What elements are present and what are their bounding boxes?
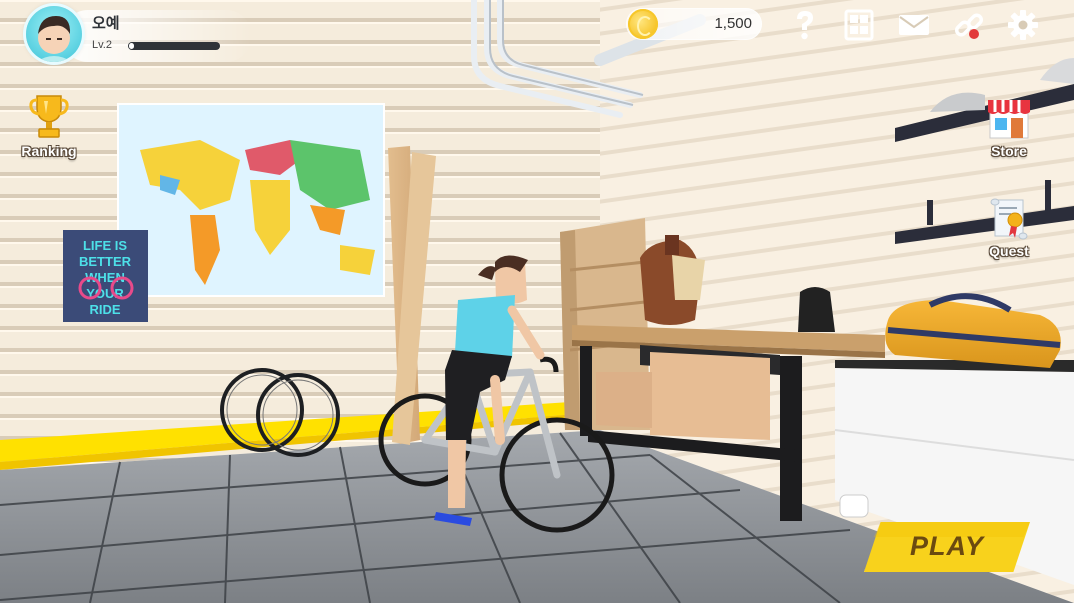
svg-text:RIDE: RIDE <box>89 302 120 317</box>
mail-icon[interactable] <box>895 6 933 44</box>
help-icon[interactable] <box>786 6 824 44</box>
xp-progress-bar <box>128 42 220 50</box>
store-label: Store <box>991 143 1027 159</box>
player-level: Lv.2 <box>92 39 112 51</box>
avatar-face-icon <box>36 16 72 62</box>
coin-amount: 1,500 <box>714 15 752 32</box>
trophy-icon <box>29 95 69 138</box>
quest-scroll-icon <box>990 198 1028 240</box>
ranking-label: Ranking <box>21 143 77 159</box>
play-button-label: PLAY <box>909 531 984 561</box>
coin-icon <box>628 9 658 39</box>
player-name: 오예 <box>92 15 120 32</box>
svg-text:LIFE IS: LIFE IS <box>83 238 127 253</box>
link-icon[interactable] <box>950 6 988 44</box>
play-button[interactable]: PLAY <box>864 522 1030 572</box>
profile-background <box>62 10 252 62</box>
store-button[interactable]: Store <box>974 96 1044 162</box>
coin-balance[interactable]: 1,500 <box>626 8 762 40</box>
store-icon <box>988 100 1030 139</box>
xp-progress-fill <box>129 43 134 49</box>
svg-text:BETTER: BETTER <box>79 254 132 269</box>
quest-label: Quest <box>989 243 1029 259</box>
garage-scene: LIFE IS BETTER WHEN YOUR RIDE <box>0 0 1074 603</box>
ranking-board-icon[interactable] <box>840 6 878 44</box>
settings-icon[interactable] <box>1004 6 1042 44</box>
quest-button[interactable]: Quest <box>974 196 1044 262</box>
player-profile[interactable]: 오예 Lv.2 <box>22 6 252 62</box>
ranking-button[interactable]: Ranking <box>14 92 84 164</box>
player-avatar[interactable] <box>26 6 82 62</box>
